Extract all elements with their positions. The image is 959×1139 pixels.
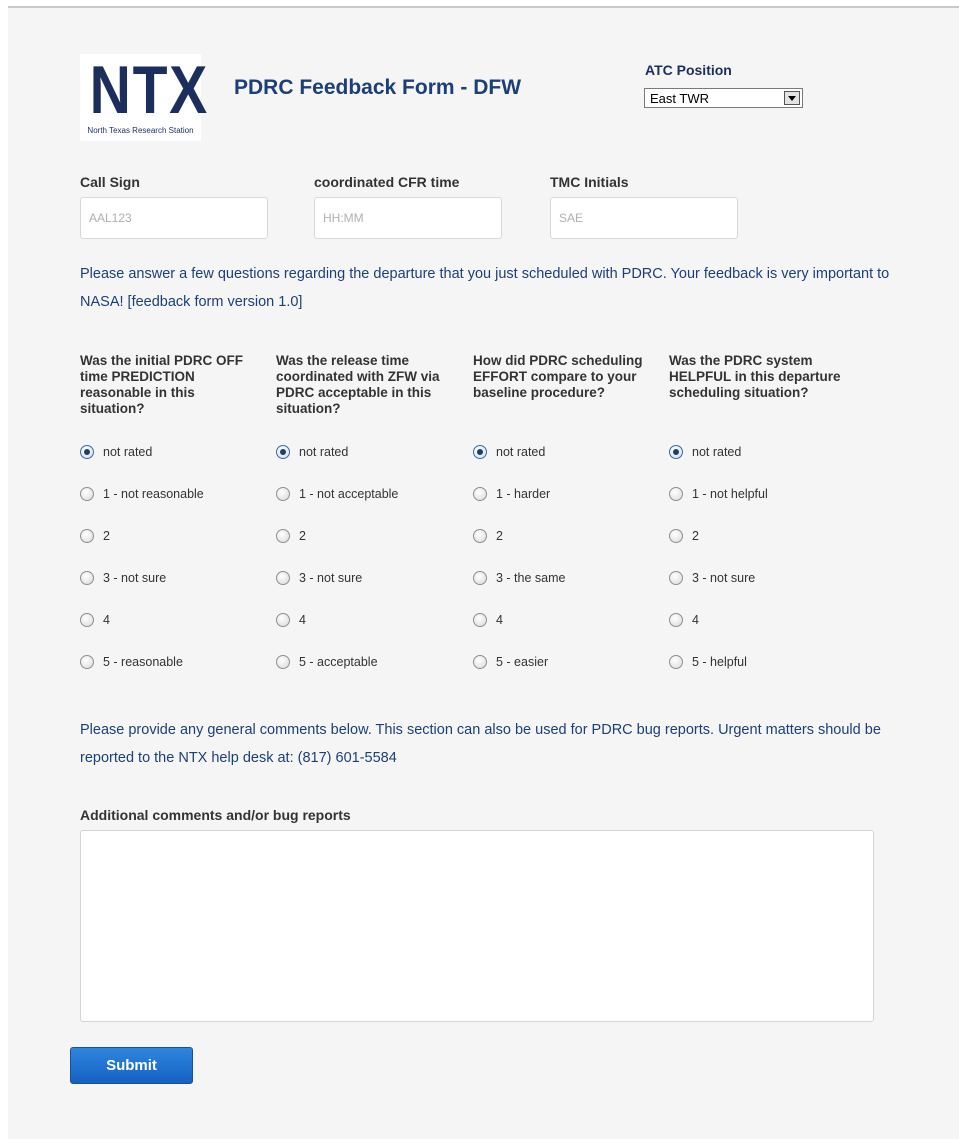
chevron-down-icon[interactable]: [784, 91, 800, 105]
rating-option[interactable]: not rated: [669, 442, 741, 462]
cfr-time-label: coordinated CFR time: [314, 174, 460, 190]
rating-option-label: 5 - easier: [496, 655, 549, 669]
comments-label: Additional comments and/or bug reports: [80, 807, 351, 823]
rating-option-label: 5 - reasonable: [103, 655, 183, 669]
radio-button[interactable]: [473, 613, 487, 627]
radio-button[interactable]: [669, 445, 683, 459]
radio-button[interactable]: [473, 529, 487, 543]
rating-option[interactable]: 5 - acceptable: [276, 652, 378, 672]
radio-button[interactable]: [276, 571, 290, 585]
form-page: NTX North Texas Research Station PDRC Fe…: [8, 6, 959, 1139]
rating-option[interactable]: not rated: [276, 442, 348, 462]
rating-option-label: 2: [692, 529, 699, 543]
rating-option-label: 3 - not sure: [299, 571, 363, 585]
radio-button[interactable]: [276, 487, 290, 501]
rating-option-label: 5 - acceptable: [299, 655, 378, 669]
question-text: Was the release time coordinated with ZF…: [276, 353, 440, 416]
radio-button[interactable]: [669, 529, 683, 543]
rating-option-label: 4: [496, 613, 503, 627]
rating-option-label: 2: [299, 529, 306, 543]
rating-option[interactable]: 4: [80, 610, 110, 630]
rating-option-label: 1 - not helpful: [692, 487, 768, 501]
rating-option-label: 1 - not acceptable: [299, 487, 399, 501]
tmc-initials-input[interactable]: [550, 197, 738, 239]
radio-button[interactable]: [80, 529, 94, 543]
radio-button[interactable]: [276, 529, 290, 543]
rating-option[interactable]: 2: [80, 526, 110, 546]
rating-option[interactable]: not rated: [473, 442, 545, 462]
call-sign-label: Call Sign: [80, 174, 140, 190]
radio-button[interactable]: [276, 655, 290, 669]
atc-position-value: East TWR: [650, 91, 709, 106]
radio-button[interactable]: [80, 445, 94, 459]
rating-option[interactable]: 1 - not reasonable: [80, 484, 204, 504]
radio-button[interactable]: [276, 613, 290, 627]
call-sign-input[interactable]: [80, 197, 268, 239]
rating-option[interactable]: 5 - easier: [473, 652, 548, 672]
radio-button[interactable]: [80, 571, 94, 585]
rating-option[interactable]: 2: [473, 526, 503, 546]
rating-option[interactable]: 3 - not sure: [80, 568, 166, 588]
rating-option[interactable]: 4: [669, 610, 699, 630]
radio-button[interactable]: [276, 445, 290, 459]
rating-option-label: not rated: [692, 445, 742, 459]
rating-option[interactable]: 3 - not sure: [276, 568, 362, 588]
rating-option[interactable]: 1 - not helpful: [669, 484, 768, 504]
rating-option[interactable]: 1 - harder: [473, 484, 550, 504]
radio-button[interactable]: [80, 487, 94, 501]
rating-option-label: 4: [692, 613, 699, 627]
cfr-time-input[interactable]: [314, 197, 502, 239]
rating-option[interactable]: 3 - not sure: [669, 568, 755, 588]
page-title: PDRC Feedback Form - DFW: [234, 76, 522, 99]
submit-button[interactable]: Submit: [70, 1047, 193, 1084]
rating-option-label: 3 - not sure: [692, 571, 756, 585]
question-text: Was the initial PDRC OFF time PREDICTION…: [80, 353, 244, 416]
tmc-initials-label: TMC Initials: [550, 174, 629, 190]
rating-option[interactable]: 3 - the same: [473, 568, 565, 588]
radio-button[interactable]: [669, 655, 683, 669]
logo-subtitle: North Texas Research Station: [87, 126, 194, 135]
rating-option-label: 5 - helpful: [692, 655, 747, 669]
rating-option-label: 4: [103, 613, 110, 627]
rating-option-label: 2: [103, 529, 110, 543]
logo-wordmark: NTX: [89, 52, 209, 128]
rating-option-label: 3 - the same: [496, 571, 566, 585]
rating-option-label: not rated: [299, 445, 349, 459]
rating-option-label: 3 - not sure: [103, 571, 167, 585]
radio-button[interactable]: [473, 655, 487, 669]
comments-intro-text: Please provide any general comments belo…: [80, 722, 881, 766]
rating-option[interactable]: not rated: [80, 442, 152, 462]
intro-text: Please answer a few questions regarding …: [80, 266, 890, 310]
question-text: How did PDRC scheduling EFFORT compare t…: [473, 353, 643, 400]
radio-button[interactable]: [669, 571, 683, 585]
rating-option[interactable]: 1 - not acceptable: [276, 484, 398, 504]
rating-option-label: 4: [299, 613, 306, 627]
rating-option[interactable]: 4: [473, 610, 503, 630]
rating-option[interactable]: 2: [276, 526, 306, 546]
rating-option-label: not rated: [103, 445, 153, 459]
radio-button[interactable]: [473, 487, 487, 501]
rating-option[interactable]: 5 - helpful: [669, 652, 747, 672]
rating-option[interactable]: 5 - reasonable: [80, 652, 183, 672]
rating-option[interactable]: 4: [276, 610, 306, 630]
radio-button[interactable]: [669, 613, 683, 627]
radio-button[interactable]: [473, 445, 487, 459]
radio-button[interactable]: [473, 571, 487, 585]
rating-option-label: 1 - harder: [496, 487, 551, 501]
rating-option-label: not rated: [496, 445, 546, 459]
rating-option[interactable]: 2: [669, 526, 699, 546]
radio-button[interactable]: [669, 487, 683, 501]
ntx-logo: NTX North Texas Research Station: [80, 52, 209, 141]
rating-option-label: 2: [496, 529, 503, 543]
atc-position-label: ATC Position: [645, 62, 732, 78]
comments-textarea[interactable]: [80, 830, 874, 1022]
atc-position-select[interactable]: East TWR: [644, 88, 803, 108]
radio-button[interactable]: [80, 613, 94, 627]
question-text: Was the PDRC system HELPFUL in this depa…: [669, 353, 841, 400]
radio-button[interactable]: [80, 655, 94, 669]
rating-option-label: 1 - not reasonable: [103, 487, 204, 501]
